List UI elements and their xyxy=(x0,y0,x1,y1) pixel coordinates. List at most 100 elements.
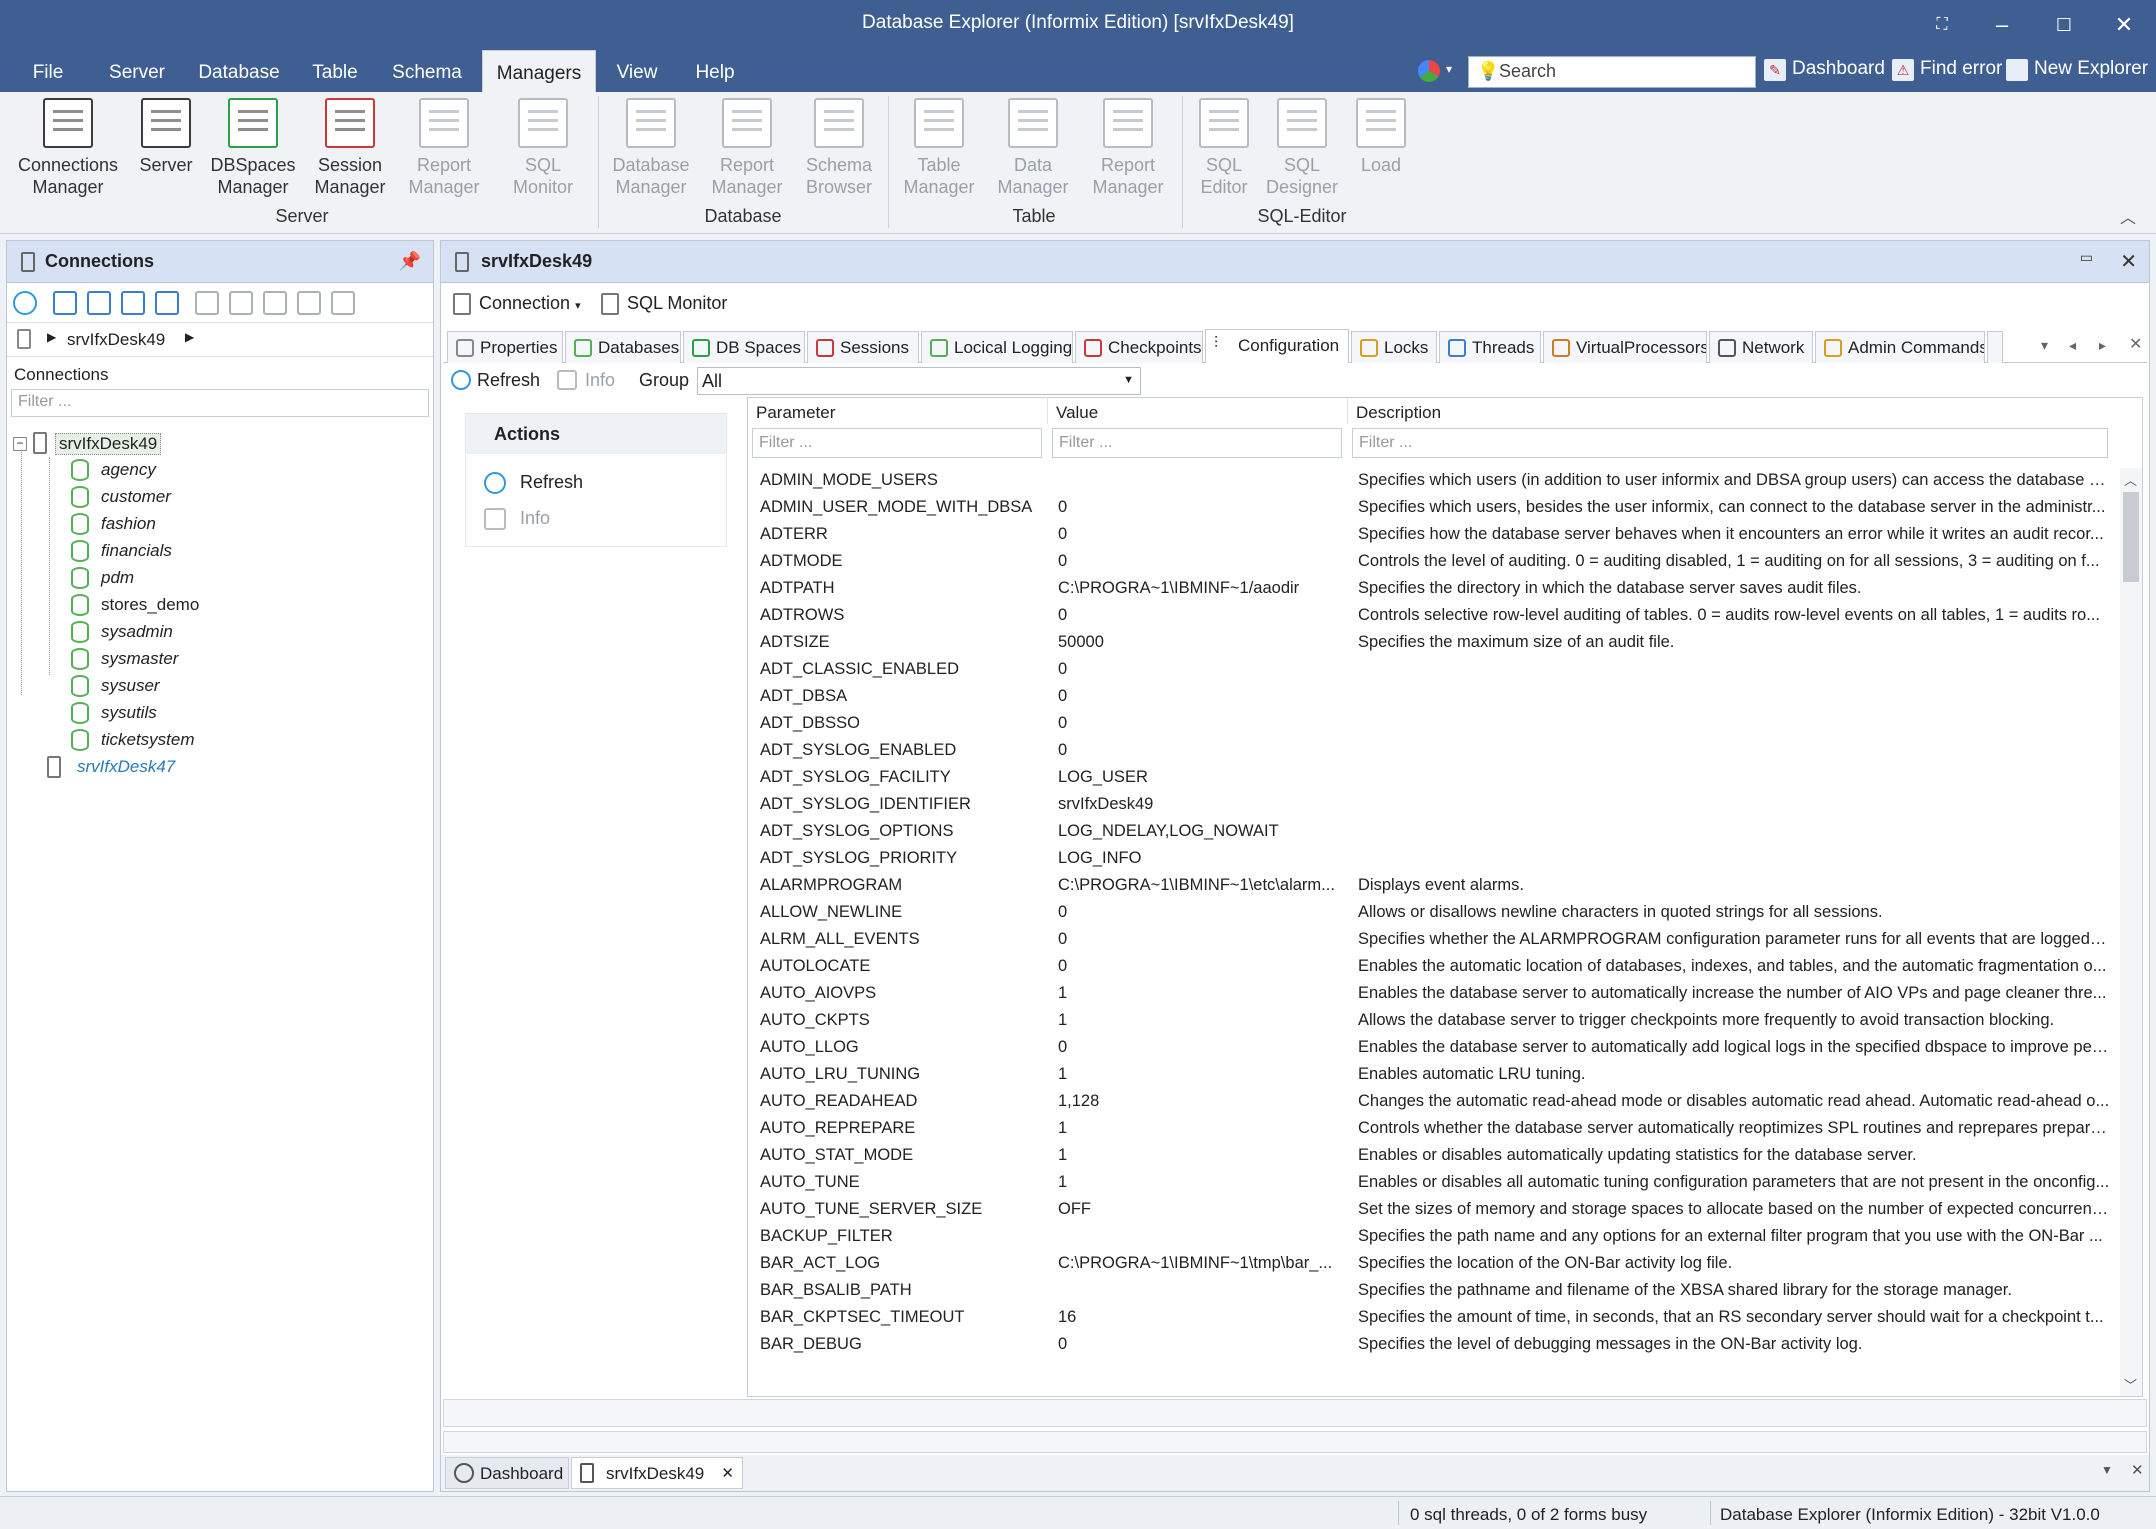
connection-dropdown[interactable]: Connection ▾ xyxy=(453,293,581,315)
menu-table[interactable]: Table xyxy=(304,50,366,92)
sql-icon[interactable] xyxy=(331,291,355,315)
actions-refresh-button[interactable]: Refresh xyxy=(484,472,583,494)
database-manager-button[interactable]: Database Manager xyxy=(608,98,694,198)
server-info-icon[interactable] xyxy=(53,291,77,315)
table-row[interactable]: BAR_CKPTSEC_TIMEOUT 16 Specifies the amoun… xyxy=(748,1305,2118,1332)
table-row[interactable]: BAR_DEBUG 0 Specifies the level of debuggi… xyxy=(748,1332,2118,1359)
tab-prev-icon[interactable]: ◂ xyxy=(2069,337,2076,354)
refresh-button[interactable]: Refresh xyxy=(451,370,540,391)
close-button[interactable]: ✕ xyxy=(2104,8,2144,42)
tab-admin-commands[interactable]: Admin Commands xyxy=(1815,331,1985,363)
table-row[interactable]: ADMIN_MODE_USERS Specifies which users (i… xyxy=(748,468,2118,495)
server-button[interactable]: Server xyxy=(134,98,198,176)
minimize-button[interactable]: – xyxy=(1982,8,2022,42)
refresh-icon[interactable] xyxy=(13,291,37,315)
table-row[interactable]: ADTPATH C:\PROGRA~1\IBMINF~1/aaodir Specif… xyxy=(748,576,2118,603)
database-icon[interactable] xyxy=(195,291,219,315)
close-tab-icon[interactable]: ✕ xyxy=(721,1464,734,1482)
chevron-right-icon[interactable]: ▶ xyxy=(185,330,194,344)
column-header-description[interactable]: Description xyxy=(1348,398,2142,424)
find-error-link[interactable]: ⚠ Find error xyxy=(1892,58,2002,86)
breadcrumb[interactable]: ▶ srvIfxDesk49 ▶ xyxy=(7,323,433,357)
table-row[interactable]: AUTO_LRU_TUNING 1 Enables automatic LRU tu… xyxy=(748,1062,2118,1089)
table-row[interactable]: AUTO_READAHEAD 1,128 Changes the automatic… xyxy=(748,1089,2118,1116)
table-icon[interactable] xyxy=(229,291,253,315)
table-row[interactable]: ADT_SYSLOG_ENABLED 0 xyxy=(748,738,2118,765)
tab-db-spaces[interactable]: DB Spaces xyxy=(683,331,805,363)
sql-monitor-button[interactable]: SQL Monitor xyxy=(496,98,590,198)
table-row[interactable]: BAR_BSALIB_PATH Specifies the pathname an… xyxy=(748,1278,2118,1305)
tab-list-dropdown-icon[interactable]: ▾ xyxy=(2041,337,2048,354)
dbspaces-manager-button[interactable]: DBSpaces Manager xyxy=(210,98,296,198)
sql-monitor-toolbar-button[interactable]: SQL Monitor xyxy=(601,293,727,315)
sum-icon[interactable] xyxy=(155,291,179,315)
data-manager-button[interactable]: Data Manager xyxy=(990,98,1076,198)
tab-databases[interactable]: Databases xyxy=(565,331,681,363)
value-filter-input[interactable]: Filter ... xyxy=(1052,428,1342,458)
table-row[interactable]: ADT_DBSSO 0 xyxy=(748,711,2118,738)
tab-properties[interactable]: Properties xyxy=(447,331,563,363)
scrollbar-thumb[interactable] xyxy=(2123,492,2139,582)
connections-filter-input[interactable]: Filter ... xyxy=(11,389,429,417)
table-row[interactable]: ADTMODE 0 Controls the level of auditing. … xyxy=(748,549,2118,576)
menu-managers[interactable]: Managers xyxy=(482,50,596,92)
screenshot-icon[interactable]: ⛶ xyxy=(1922,8,1962,42)
table-row[interactable]: ALRM_ALL_EVENTS 0 Specifies whether the AL… xyxy=(748,927,2118,954)
dbspaces-icon[interactable] xyxy=(87,291,111,315)
tab-sessions[interactable]: Sessions xyxy=(807,331,919,363)
database-report-manager-button[interactable]: Report Manager xyxy=(704,98,790,198)
menu-file[interactable]: File xyxy=(18,50,78,92)
tab-configuration[interactable]: ⫶ Configuration xyxy=(1205,329,1349,363)
tab-logical-logging[interactable]: Locical Logging xyxy=(921,331,1073,363)
column-header-parameter[interactable]: Parameter xyxy=(748,398,1048,424)
menu-database[interactable]: Database xyxy=(194,50,284,92)
pin-icon[interactable]: 📌 xyxy=(399,251,421,272)
table-row[interactable]: AUTOLOCATE 0 Enables the automatic locatio… xyxy=(748,954,2118,981)
description-filter-input[interactable]: Filter ... xyxy=(1352,428,2108,458)
tab-locks[interactable]: Locks xyxy=(1351,331,1437,363)
tab-overflow[interactable] xyxy=(1987,331,2003,363)
session-icon[interactable] xyxy=(121,291,145,315)
theme-icon[interactable] xyxy=(1418,60,1440,82)
close-panel-icon[interactable]: ✕ xyxy=(2120,249,2137,274)
doc-tab-dashboard[interactable]: Dashboard xyxy=(445,1457,569,1489)
table-row[interactable]: AUTO_REPREPARE 1 Controls whether the data… xyxy=(748,1116,2118,1143)
window-restore-icon[interactable]: ▭ xyxy=(2080,249,2093,266)
table-manager-button[interactable]: Table Manager xyxy=(896,98,982,198)
menu-server[interactable]: Server xyxy=(100,50,174,92)
chevron-down-icon[interactable]: ▼ xyxy=(2101,1463,2113,1477)
schema-browser-button[interactable]: Schema Browser xyxy=(800,98,878,198)
doc-tab-srvifxdesk49[interactable]: srvIfxDesk49 ✕ xyxy=(571,1457,743,1489)
vertical-scrollbar[interactable]: ︿ ﹀ xyxy=(2120,468,2142,1396)
close-all-icon[interactable]: ✕ xyxy=(2131,1461,2144,1479)
tab-next-icon[interactable]: ▸ xyxy=(2099,337,2106,354)
scroll-down-icon[interactable]: ﹀ xyxy=(2124,1375,2137,1394)
session-manager-button[interactable]: Session Manager xyxy=(308,98,392,198)
table-row[interactable]: ADT_SYSLOG_IDENTIFIER srvIfxDesk49 xyxy=(748,792,2118,819)
load-button[interactable]: Load xyxy=(1350,98,1412,176)
table-row[interactable]: ADTERR 0 Specifies how the database server… xyxy=(748,522,2118,549)
actions-info-button[interactable]: Info xyxy=(484,508,550,530)
tab-threads[interactable]: Threads xyxy=(1439,331,1541,363)
column-header-value[interactable]: Value xyxy=(1048,398,1348,424)
table-row[interactable]: ADT_SYSLOG_OPTIONS LOG_NDELAY,LOG_NOWAIT xyxy=(748,819,2118,846)
table-row[interactable]: BAR_ACT_LOG C:\PROGRA~1\IBMINF~1\tmp\bar_… xyxy=(748,1251,2118,1278)
table-row[interactable]: ADTSIZE 50000 Specifies the maximum size o… xyxy=(748,630,2118,657)
menu-schema[interactable]: Schema xyxy=(386,50,468,92)
table-row[interactable]: ADMIN_USER_MODE_WITH_DBSA 0 Specifies whic… xyxy=(748,495,2118,522)
sql-editor-button[interactable]: SQL Editor xyxy=(1192,98,1256,198)
maximize-button[interactable]: ☐ xyxy=(2044,8,2084,42)
connections-manager-button[interactable]: Connections Manager xyxy=(14,98,122,198)
collapse-icon[interactable]: − xyxy=(13,437,27,451)
table-row[interactable]: AUTO_AIOVPS 1 Enables the database server … xyxy=(748,981,2118,1008)
table-row[interactable]: AUTO_CKPTS 1 Allows the database server to… xyxy=(748,1008,2118,1035)
chevron-down-icon[interactable]: ▾ xyxy=(1446,62,1452,76)
info-button[interactable]: Info xyxy=(557,370,615,391)
table-row[interactable]: AUTO_TUNE_SERVER_SIZE OFF Set the sizes of… xyxy=(748,1197,2118,1224)
table-row[interactable]: ADT_SYSLOG_PRIORITY LOG_INFO xyxy=(748,846,2118,873)
table-report-manager-button[interactable]: Report Manager xyxy=(1084,98,1172,198)
table-row[interactable]: AUTO_TUNE 1 Enables or disables all automa… xyxy=(748,1170,2118,1197)
table-row[interactable]: ADT_SYSLOG_FACILITY LOG_USER xyxy=(748,765,2118,792)
table-row[interactable]: ADTROWS 0 Controls selective row-level aud… xyxy=(748,603,2118,630)
document-icon[interactable] xyxy=(297,291,321,315)
